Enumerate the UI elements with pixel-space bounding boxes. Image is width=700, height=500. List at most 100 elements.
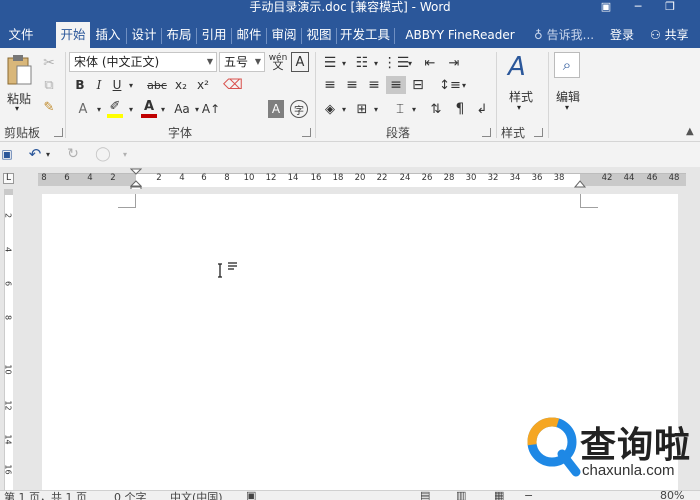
font-launcher-icon[interactable]: [302, 128, 311, 137]
customize-qat-icon[interactable]: ▾: [116, 145, 134, 163]
grow-font-icon[interactable]: A↑: [202, 100, 220, 118]
line-spacing-dropdown-icon[interactable]: ▾: [460, 76, 468, 94]
distributed-icon[interactable]: ⊟: [408, 76, 428, 94]
bullets-icon[interactable]: ☰: [320, 54, 340, 72]
decrease-indent-icon[interactable]: ⇤: [420, 54, 440, 72]
format-painter-icon[interactable]: ✎: [40, 98, 58, 116]
page-count[interactable]: 第 1 页，共 1 页: [4, 491, 87, 500]
tab-layout[interactable]: 布局: [162, 24, 196, 48]
word-count[interactable]: 0 个字: [114, 491, 147, 500]
sort-icon[interactable]: ⇅: [426, 100, 446, 118]
save-icon[interactable]: ▣: [0, 145, 14, 163]
enclose-chars-button[interactable]: 字: [290, 100, 308, 118]
numbering-dropdown-icon[interactable]: ▾: [372, 54, 380, 72]
chinese-layout-dropdown-icon[interactable]: ▾: [410, 100, 418, 118]
login-link[interactable]: 登录: [610, 26, 634, 43]
phonetic-guide-button[interactable]: wén 文: [268, 52, 288, 72]
redo-icon[interactable]: ↻: [64, 145, 82, 163]
align-right-icon[interactable]: ≡: [364, 76, 384, 94]
web-layout-icon[interactable]: ▦: [494, 491, 504, 500]
borders-dropdown-icon[interactable]: ▾: [372, 100, 380, 118]
italic-button[interactable]: I: [92, 76, 106, 94]
char-border-button[interactable]: A: [291, 52, 309, 72]
ribbon-display-options-icon[interactable]: ▣: [592, 0, 620, 16]
tab-abbyy[interactable]: ABBYY FineReader 11: [396, 24, 524, 64]
styles-button[interactable]: A 样式 ▾: [502, 52, 540, 118]
font-name-value: 宋体 (中文正文): [74, 55, 160, 69]
bold-button[interactable]: B: [72, 76, 88, 94]
multilevel-dropdown-icon[interactable]: ▾: [406, 54, 414, 72]
font-name-dropdown[interactable]: 宋体 (中文正文) ▼: [69, 52, 217, 72]
strikethrough-button[interactable]: abc: [146, 76, 168, 94]
vruler-label: 2: [3, 212, 13, 219]
restore-icon[interactable]: ❐: [656, 0, 684, 16]
undo-icon[interactable]: ↶: [26, 145, 44, 163]
collapse-ribbon-icon[interactable]: ▲: [686, 126, 694, 137]
circle-placeholder-icon[interactable]: ◯: [94, 145, 112, 163]
font-color-button[interactable]: A: [140, 98, 158, 118]
asian-typography-icon[interactable]: ↲: [474, 100, 490, 118]
tab-references[interactable]: 引用: [197, 24, 231, 48]
paste-button[interactable]: 粘贴 ▾: [4, 52, 34, 113]
change-case-button[interactable]: Aa: [172, 100, 192, 118]
paragraph-launcher-icon[interactable]: [482, 128, 491, 137]
zoom-out-icon[interactable]: −: [524, 491, 533, 500]
font-size-dropdown[interactable]: 五号 ▼: [219, 52, 265, 72]
macro-record-icon[interactable]: ▣: [246, 491, 256, 500]
multilevel-list-icon[interactable]: ⋮☰: [383, 54, 410, 72]
underline-dropdown-icon[interactable]: ▾: [126, 76, 136, 94]
share-button[interactable]: ⚇ 共享: [650, 26, 689, 43]
ruler-label: 4: [179, 173, 185, 183]
chinese-layout-icon[interactable]: ⌶: [390, 100, 410, 118]
zoom-level[interactable]: 80%: [660, 491, 684, 500]
tab-developer[interactable]: 开发工具: [337, 24, 393, 48]
clear-formatting-icon[interactable]: ⌫: [223, 76, 243, 94]
print-layout-icon[interactable]: ▥: [456, 491, 466, 500]
language-indicator[interactable]: 中文(中国): [170, 491, 223, 500]
copy-icon[interactable]: ⧉: [40, 76, 58, 94]
ruler-label: 8: [224, 173, 230, 183]
tab-design[interactable]: 设计: [127, 24, 161, 48]
tab-view[interactable]: 视图: [302, 24, 336, 48]
right-indent-marker[interactable]: [574, 179, 586, 189]
undo-dropdown-icon[interactable]: ▾: [44, 145, 52, 163]
borders-icon[interactable]: ⊞: [352, 100, 372, 118]
highlight-dropdown-icon[interactable]: ▾: [126, 100, 136, 118]
shading-icon[interactable]: ◈: [320, 100, 340, 118]
justify-icon[interactable]: ≡: [386, 76, 406, 94]
read-mode-icon[interactable]: ▤: [420, 491, 430, 500]
tell-me-box[interactable]: ♁ 告诉我...: [534, 26, 594, 43]
underline-button[interactable]: U: [110, 76, 124, 94]
tab-mailings[interactable]: 邮件: [232, 24, 266, 48]
align-left-icon[interactable]: ≡: [320, 76, 340, 94]
bullets-dropdown-icon[interactable]: ▾: [340, 54, 348, 72]
numbering-icon[interactable]: ☷: [352, 54, 372, 72]
tab-review[interactable]: 审阅: [267, 24, 301, 48]
subscript-button[interactable]: x₂: [172, 76, 190, 94]
styles-launcher-icon[interactable]: [534, 128, 543, 137]
tab-file[interactable]: 文件: [4, 24, 38, 48]
change-case-dropdown-icon[interactable]: ▾: [192, 100, 202, 118]
font-color-dropdown-icon[interactable]: ▾: [158, 100, 168, 118]
line-spacing-icon[interactable]: ↕≡: [439, 76, 461, 94]
align-center-icon[interactable]: ≡: [342, 76, 362, 94]
superscript-button[interactable]: x²: [194, 76, 212, 94]
increase-indent-icon[interactable]: ⇥: [444, 54, 464, 72]
shading-dropdown-icon[interactable]: ▾: [340, 100, 348, 118]
text-effects-icon[interactable]: A: [74, 100, 92, 118]
show-marks-icon[interactable]: ¶: [450, 100, 470, 118]
tab-home[interactable]: 开始: [56, 22, 90, 48]
editing-button[interactable]: ⌕ 编辑 ▾: [552, 52, 586, 118]
editing-dropdown-icon: ▾: [565, 103, 570, 112]
group-separator: [315, 52, 316, 138]
char-shading-button[interactable]: A: [268, 100, 284, 118]
text-effects-dropdown-icon[interactable]: ▾: [94, 100, 104, 118]
minimize-icon[interactable]: ─: [624, 0, 652, 16]
tab-selector[interactable]: L: [0, 167, 16, 189]
vertical-ruler[interactable]: 2 4 6 8 10 12 14 16: [0, 189, 16, 490]
highlight-button[interactable]: ✐: [106, 98, 124, 118]
tab-insert[interactable]: 插入: [91, 24, 125, 48]
chevron-down-icon: ▼: [206, 57, 213, 66]
clipboard-launcher-icon[interactable]: [54, 128, 63, 137]
cut-icon[interactable]: ✂: [40, 54, 58, 72]
